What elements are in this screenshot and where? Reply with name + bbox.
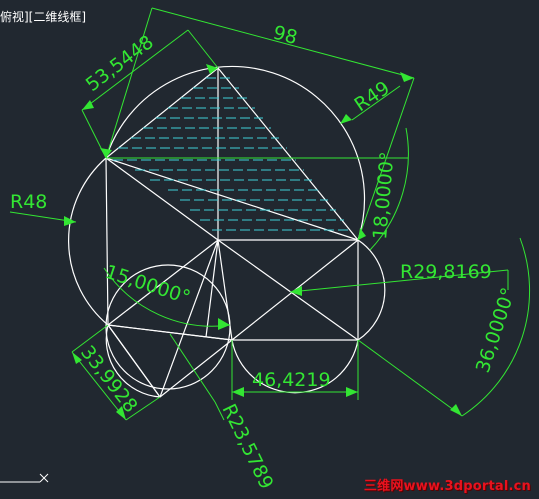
dim-text-angle18: 18,0000°	[369, 151, 399, 241]
construction-line	[217, 239, 359, 341]
dimension-arrows	[64, 64, 462, 420]
dim-text-53: 53,5448	[82, 31, 158, 96]
construction-line	[107, 324, 233, 341]
dimension-lines	[0, 7, 531, 483]
dim-text-r29: R29,8169	[400, 261, 492, 283]
dim-text-angle36: 36,0000°	[472, 285, 520, 376]
dim-text-46: 46,4219	[252, 369, 331, 391]
dim-text-33: 33,9928	[76, 342, 142, 417]
arc-r49	[105, 65, 366, 241]
dim-text-98: 98	[271, 22, 300, 50]
watermark: 三维网www.3dportal.cn	[363, 479, 531, 494]
arc-r48	[68, 157, 109, 326]
dim-text-r48: R48	[10, 191, 47, 213]
construction-line	[105, 157, 219, 241]
geometry	[68, 65, 386, 398]
arc-r29	[357, 239, 386, 341]
drawing-canvas[interactable]: 98 53,5448 R49 18,0000° R48 15,0000° R29…	[0, 0, 539, 499]
dimension-texts: 98 53,5448 R49 18,0000° R48 15,0000° R29…	[10, 22, 520, 493]
ucs-icon	[39, 473, 49, 483]
hatch-region	[113, 77, 352, 231]
dim-text-r23: R23,5789	[218, 401, 278, 493]
dim-text-r49: R49	[350, 77, 393, 116]
